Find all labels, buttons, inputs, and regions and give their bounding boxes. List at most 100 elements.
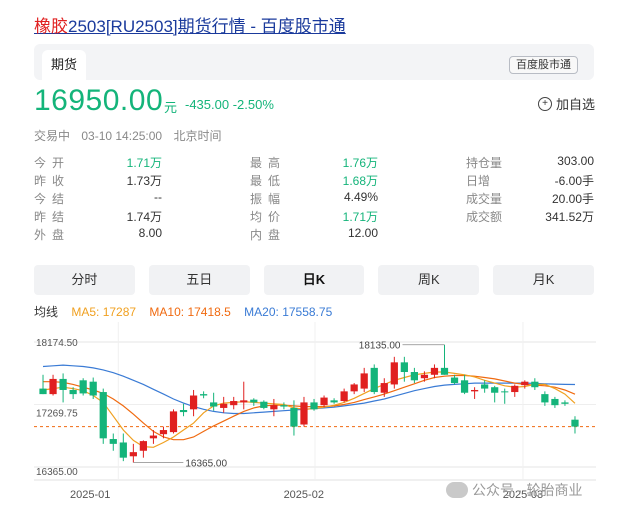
- candle-body: [280, 405, 288, 407]
- period-tab-1[interactable]: 五日: [148, 265, 250, 295]
- candle-body: [290, 407, 298, 427]
- trading-timezone: 北京时间: [173, 129, 222, 143]
- quote-label: 最低: [250, 174, 287, 188]
- quote-label: 今结: [34, 192, 71, 206]
- quote-row: 外盘 8.00 内盘 12.00: [34, 226, 594, 244]
- candle-body: [210, 402, 218, 407]
- quote-table: 今开 1.71万 最高 1.76万 持仓量 303.00 昨收 1.73万 最低 1.68万 日增 -…: [34, 154, 594, 244]
- candle-body: [501, 391, 509, 393]
- quote-value: 12.00: [347, 226, 378, 240]
- candle-body: [149, 435, 158, 439]
- quote-value: 1.71万: [126, 156, 162, 170]
- candle-body: [440, 367, 449, 375]
- candle-body: [481, 384, 489, 389]
- candle-body: [571, 419, 579, 427]
- trading-status: 交易中 03-10 14:25:00 北京时间: [34, 127, 229, 144]
- candle-body: [300, 402, 308, 425]
- quote-value: 303.00: [557, 154, 594, 168]
- trading-state: 交易中: [34, 129, 71, 143]
- candle-body: [240, 400, 248, 403]
- period-tabs: 分时 五日 日K 周K 月K: [34, 265, 594, 295]
- quote-value: --: [154, 190, 162, 204]
- price-unit: 元: [164, 100, 178, 115]
- price-change-pct: -2.50%: [232, 97, 274, 112]
- ma10-value: MA10: 17418.5: [149, 305, 231, 319]
- candle-body: [470, 389, 479, 392]
- candle-body: [491, 387, 499, 393]
- candle-body: [521, 381, 529, 386]
- candle-body: [109, 439, 117, 444]
- x-tick-label: 2025-01: [70, 489, 110, 501]
- quote-value: 1.76万: [342, 156, 378, 170]
- candle-body: [370, 367, 378, 393]
- period-tab-2[interactable]: 日K: [263, 265, 365, 295]
- candle-body: [69, 389, 77, 395]
- candle-body: [179, 410, 188, 413]
- candle-body: [189, 395, 198, 410]
- candle-body: [89, 381, 97, 396]
- x-tick-label: 2025-02: [284, 489, 324, 501]
- candle-body: [199, 394, 208, 396]
- candle-body: [129, 452, 137, 457]
- watermark-text: 公众号 · 轮胎商业: [472, 482, 583, 498]
- y-tick-label: 18174.50: [36, 338, 78, 349]
- title-highlight: 橡胶: [34, 17, 68, 36]
- wechat-icon: [446, 482, 468, 498]
- candle-body: [220, 403, 228, 408]
- y-tick-label: 16365.00: [36, 467, 78, 478]
- candle-body: [330, 400, 338, 403]
- candle-body: [119, 442, 127, 458]
- candle-body: [79, 380, 87, 394]
- candle-body: [360, 373, 368, 389]
- candle-body: [99, 392, 107, 439]
- tab-futures[interactable]: 期货: [42, 50, 86, 80]
- plus-circle-icon: +: [537, 96, 552, 111]
- page-title[interactable]: 橡胶2503[RU2503]期货行情 - 百度股市通: [34, 12, 346, 37]
- add-watchlist-label: 加自选: [555, 97, 595, 112]
- quote-row: 今开 1.71万 最高 1.76万 持仓量 303.00: [34, 154, 594, 172]
- candle-body: [320, 397, 328, 406]
- quote-label: 日增: [466, 174, 491, 188]
- price-change-abs: -435.00: [185, 97, 230, 112]
- candle-body: [39, 388, 47, 395]
- candle-body: [340, 391, 348, 402]
- min-annotation: 16365.00: [185, 459, 227, 470]
- ma-label: 均线: [34, 305, 59, 319]
- quote-value: 4.49%: [343, 190, 378, 204]
- candle-body: [400, 362, 408, 373]
- candle-body: [430, 367, 439, 375]
- quote-value: -6.00手: [554, 174, 594, 188]
- source-badge[interactable]: 百度股市通: [509, 56, 578, 74]
- quote-value: 1.74万: [126, 210, 162, 224]
- quote-card-header: 期货 百度股市通: [34, 44, 594, 80]
- candle-body: [380, 383, 388, 393]
- candle-body: [350, 384, 358, 392]
- quote-row: 今结 -- 振幅 4.49% 成交量 20.00手: [34, 190, 594, 208]
- quote-value: 20.00手: [551, 192, 594, 206]
- max-annotation: 18135.00: [359, 341, 401, 352]
- quote-label: 最高: [250, 156, 287, 170]
- quote-label: 昨结: [34, 210, 71, 224]
- candle-body: [310, 402, 318, 410]
- quote-label: 外盘: [34, 228, 71, 242]
- period-tab-0[interactable]: 分时: [34, 265, 135, 295]
- candle-body: [230, 401, 238, 406]
- title-rest: 2503[RU2503]期货行情 - 百度股市通: [68, 17, 346, 36]
- period-tab-4[interactable]: 月K: [493, 265, 594, 295]
- quote-label: 振幅: [250, 192, 287, 206]
- quote-row: 昨收 1.73万 最低 1.68万 日增 -6.00手: [34, 172, 594, 190]
- quote-label: 昨收: [34, 174, 71, 188]
- candle-body: [561, 402, 569, 404]
- watermark: 公众号 · 轮胎商业: [446, 480, 582, 500]
- ma20-value: MA20: 17558.75: [244, 305, 333, 319]
- candle-body: [169, 411, 178, 433]
- candle-body: [159, 430, 168, 435]
- quote-label: 成交额: [466, 210, 503, 224]
- candle-body: [250, 399, 258, 403]
- candle-body: [139, 441, 148, 451]
- quote-value: 1.68万: [342, 174, 378, 188]
- quote-value: 341.52万: [545, 210, 594, 224]
- period-tab-3[interactable]: 周K: [378, 265, 480, 295]
- add-watchlist-button[interactable]: + 加自选: [537, 94, 595, 113]
- candle-body: [420, 374, 429, 379]
